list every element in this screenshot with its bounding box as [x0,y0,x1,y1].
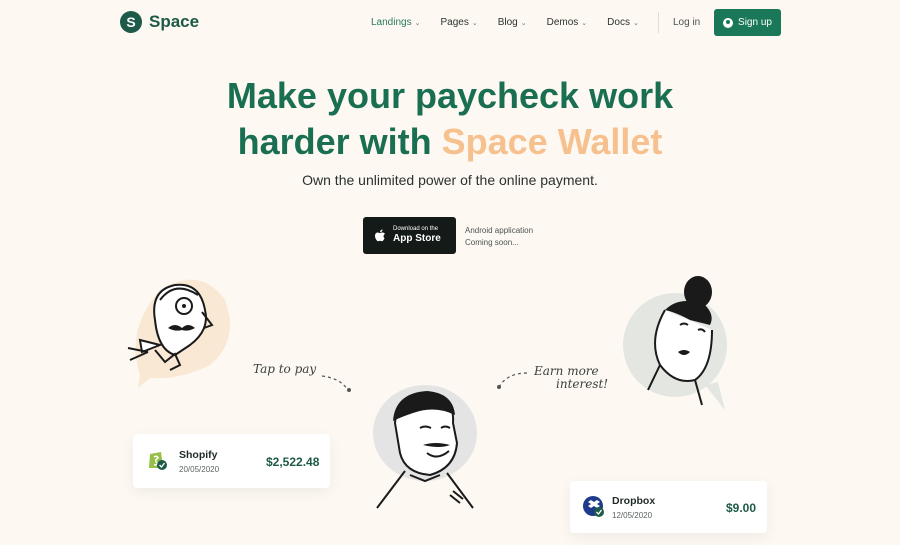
transaction-card-shopify[interactable]: Shopify 20/05/2020 $2,522.48 [133,434,330,488]
nav-item-landings[interactable]: Landings ⌄ [371,17,420,28]
transaction-name: Shopify [179,449,218,461]
nav-item-blog[interactable]: Blog ⌄ [498,17,527,28]
dropbox-icon [583,496,604,517]
chevron-down-icon: ⌄ [581,19,588,27]
earn-note-line1: Earn more [534,364,599,378]
nav-divider [658,12,659,33]
nav-item-pages[interactable]: Pages ⌄ [440,17,477,28]
transaction-card-dropbox[interactable]: Dropbox 12/05/2020 $9.00 [570,481,767,533]
nav-item-docs[interactable]: Docs ⌄ [607,17,639,28]
woman-illustration [623,276,727,410]
nav-label: Docs [607,17,630,28]
app-store-big: App Store [393,233,441,244]
chevron-down-icon: ⌄ [471,19,478,27]
hero-title-line1: Make your paycheck work [226,75,674,116]
earn-dashed-line [497,372,528,389]
navbar: S Space Landings ⌄ Pages ⌄ Blog ⌄ Demos … [0,0,900,45]
shopify-icon [149,452,167,470]
transaction-name: Dropbox [612,495,656,507]
nav-label: Demos [546,17,579,28]
chevron-down-icon: ⌄ [414,19,421,27]
nav-item-demos[interactable]: Demos ⌄ [547,17,588,28]
nav-label: Blog [497,17,518,28]
tap-dashed-line [321,375,351,392]
earn-note-line2: interest! [556,377,609,391]
brand-logo[interactable]: S Space [120,11,199,33]
nav-label: Landings [371,17,412,28]
transaction-amount: $9.00 [726,501,757,515]
logo-badge-icon: S [120,11,142,33]
hero-title-line2: harder with Space Wallet [0,119,900,165]
android-note: Android application Coming soon... [465,225,533,249]
nav-label: Pages [440,17,469,28]
apple-icon [375,229,385,241]
transaction-date: 20/05/2020 [179,465,220,474]
hero-title-prefix: harder with [237,121,442,162]
app-store-small: Download on the [393,226,439,232]
transaction-amount: $2,522.48 [266,455,320,469]
chevron-down-icon: ⌄ [520,19,527,27]
hero-subtitle: Own the unlimited power of the online pa… [302,172,598,188]
man-with-monocle-illustration [127,279,230,388]
android-line1: Android application [465,226,534,235]
signup-button[interactable]: Sign up [714,9,781,36]
hero-title-accent: Space Wallet [441,121,663,162]
main-menu: Landings ⌄ Pages ⌄ Blog ⌄ Demos ⌄ Docs ⌄ [371,17,659,28]
brand-name: Space [149,12,200,31]
signup-label: Sign up [738,17,772,28]
transaction-date: 12/05/2020 [612,511,653,520]
hero-title: Make your paycheck work harder with Spac… [0,73,900,165]
user-icon [723,17,734,28]
tap-to-pay-note: Tap to pay [253,362,317,376]
login-link[interactable]: Log in [673,17,700,28]
android-line2: Coming soon... [465,238,519,247]
app-store-text: Download on the App Store [393,226,441,245]
chevron-down-icon: ⌄ [632,19,639,27]
app-store-button[interactable]: Download on the App Store [363,217,456,254]
main-character-illustration [373,385,477,509]
